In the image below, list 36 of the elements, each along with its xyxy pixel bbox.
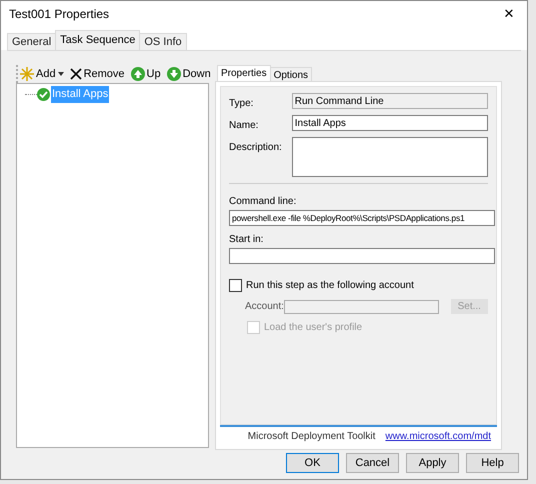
x-icon: [70, 68, 82, 80]
toolbar-button[interactable]: Down: [166, 66, 211, 82]
tab[interactable]: General: [7, 33, 56, 50]
down-arrow-icon: [166, 67, 181, 81]
checkbox[interactable]: [229, 279, 242, 292]
check-circle-icon: [37, 88, 50, 101]
type-field[interactable]: Run Command Line: [292, 93, 488, 109]
product-name: Microsoft Deployment Toolkit: [248, 430, 376, 444]
checkbox-label: Load the user's profile: [264, 321, 362, 335]
toolbar-button[interactable]: Up: [130, 66, 161, 82]
window-title: Test001 Properties: [9, 6, 110, 23]
field-label: Type:: [229, 97, 254, 111]
dialog-button[interactable]: Cancel: [346, 453, 399, 473]
checkbox-label: Run this step as the following account: [246, 279, 414, 293]
dialog-button[interactable]: Help: [466, 453, 519, 473]
tab[interactable]: OS Info: [139, 33, 187, 50]
name-field[interactable]: Install Apps: [292, 115, 488, 131]
tab[interactable]: Options: [270, 67, 312, 81]
description-field[interactable]: [292, 137, 488, 177]
dialog-button[interactable]: OK: [286, 453, 339, 473]
up-arrow-icon: [130, 67, 145, 81]
dialog-button[interactable]: Apply: [406, 453, 459, 473]
field-label: Name:: [229, 119, 260, 133]
toolbar-button[interactable]: Add: [20, 66, 64, 82]
toolbar-button[interactable]: Remove: [70, 66, 125, 82]
close-button[interactable]: ✕: [491, 1, 527, 27]
field-label: Command line:: [229, 195, 298, 209]
sparkle-icon: [20, 67, 34, 81]
start-in-field[interactable]: [229, 248, 495, 264]
command-line-field[interactable]: powershell.exe -file %DeployRoot%\Scripts\PSDApplications.ps1: [229, 210, 495, 226]
tab[interactable]: Task Sequence: [55, 30, 140, 50]
field-label: Description:: [229, 141, 283, 155]
tab[interactable]: Properties: [217, 65, 271, 81]
field-label: Account:: [245, 300, 284, 314]
mdt-link[interactable]: www.microsoft.com/mdt: [385, 428, 491, 444]
field-label: Start in:: [229, 233, 264, 247]
